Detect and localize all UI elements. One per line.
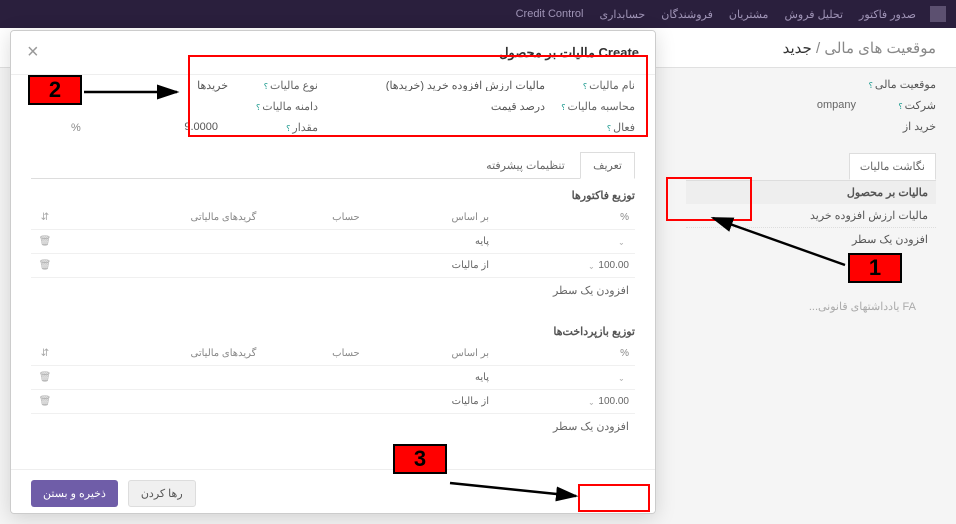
tax-calc-value[interactable]: درصد قیمت (348, 100, 545, 113)
add-line-invoices[interactable]: افزودن یک سطر (31, 278, 635, 303)
invoice-dist-table: % بر اساس حساب گریدهای مالیاتی ⇵ پایه 🗑 … (31, 206, 635, 278)
invoice-dist-title: توزیع فاکتورها (31, 189, 635, 202)
tax-name-label: نام مالیات؟ (545, 79, 635, 92)
add-line-refunds[interactable]: افزودن یک سطر (31, 414, 635, 439)
nav-customers[interactable]: مشتریان (729, 8, 769, 21)
col-based: بر اساس (366, 342, 495, 366)
tab-advanced[interactable]: تنظیمات پیشرفته (474, 153, 577, 178)
tax-type-value[interactable]: خریدها (31, 79, 228, 92)
delete-icon[interactable]: 🗑 (31, 230, 59, 254)
nav-vendors[interactable]: فروشندگان (661, 8, 713, 21)
delete-icon[interactable]: 🗑 (31, 390, 59, 414)
buy-from-label: خرید از (856, 120, 936, 133)
amount-input[interactable] (158, 121, 218, 134)
col-grids: گریدهای مالیاتی (59, 206, 262, 230)
tab-tax-mapping[interactable]: نگاشت مالیات (849, 153, 936, 180)
delete-icon[interactable]: 🗑 (31, 254, 59, 278)
nav-sales-analysis[interactable]: تحلیل فروش (784, 8, 843, 21)
tax-name-input[interactable] (348, 79, 545, 92)
modal-title: Create مالیات بر محصول (499, 45, 639, 61)
tab-definition[interactable]: تعریف (580, 152, 635, 179)
legal-notes-placeholder[interactable]: FA یادداشتهای قانونی... (809, 300, 916, 313)
fiscal-position-label: موقعیت مالی؟ (856, 78, 936, 91)
tax-calc-label: محاسبه مالیات؟ (545, 100, 635, 113)
section-tax-on-product: مالیات بر محصول (686, 181, 936, 204)
col-move: ⇵ (31, 342, 59, 366)
save-button[interactable]: ذخیره و بستن (31, 480, 118, 507)
tax-type-label: نوع مالیات؟ (228, 79, 318, 92)
percent-sign: % (31, 122, 81, 134)
company-label: شرکت؟ (856, 99, 936, 112)
table-row[interactable]: 100.00 از مالیات 🗑 (31, 254, 635, 278)
refund-dist-title: توزیع بازپرداخت‌ها (31, 325, 635, 338)
col-pct: % (495, 206, 635, 230)
col-based: بر اساس (366, 206, 495, 230)
col-grids: گریدهای مالیاتی (59, 342, 262, 366)
breadcrumb: موقعیت های مالی / جدید (783, 39, 936, 57)
table-row[interactable]: پایه 🗑 (31, 366, 635, 390)
active-label: فعال؟ (545, 121, 635, 134)
underlying-form: موقعیت مالی؟ شرکت؟ ompany خرید از نگاشت … (666, 68, 956, 261)
discard-button[interactable]: رها کردن (128, 480, 196, 507)
nav-accounting[interactable]: حسابداری (599, 8, 645, 21)
top-nav: صدور فاکتور تحلیل فروش مشتریان فروشندگان… (0, 0, 956, 28)
table-row[interactable]: 100.00 از مالیات 🗑 (31, 390, 635, 414)
table-row[interactable]: پایه 🗑 (31, 230, 635, 254)
col-pct: % (495, 342, 635, 366)
nav-invoicing[interactable]: صدور فاکتور (859, 8, 916, 21)
company-value: ompany (817, 99, 856, 112)
nav-credit-control[interactable]: Credit Control (516, 8, 584, 20)
list-item-vat-purchase[interactable]: مالیات ارزش افزوده خرید (686, 204, 936, 228)
col-account: حساب (262, 342, 365, 366)
amount-label: مقدار؟ (228, 121, 318, 134)
close-icon[interactable]: × (27, 41, 39, 64)
apps-icon[interactable] (930, 6, 946, 22)
add-line-underlying[interactable]: افزودن یک سطر (686, 228, 936, 251)
delete-icon[interactable]: 🗑 (31, 366, 59, 390)
tax-scope-label: دامنه مالیات؟ (228, 100, 318, 113)
col-move: ⇵ (31, 206, 59, 230)
create-tax-modal: Create مالیات بر محصول × نام مالیات؟ محا… (10, 30, 656, 514)
col-account: حساب (262, 206, 365, 230)
refund-dist-table: % بر اساس حساب گریدهای مالیاتی ⇵ پایه 🗑 … (31, 342, 635, 414)
